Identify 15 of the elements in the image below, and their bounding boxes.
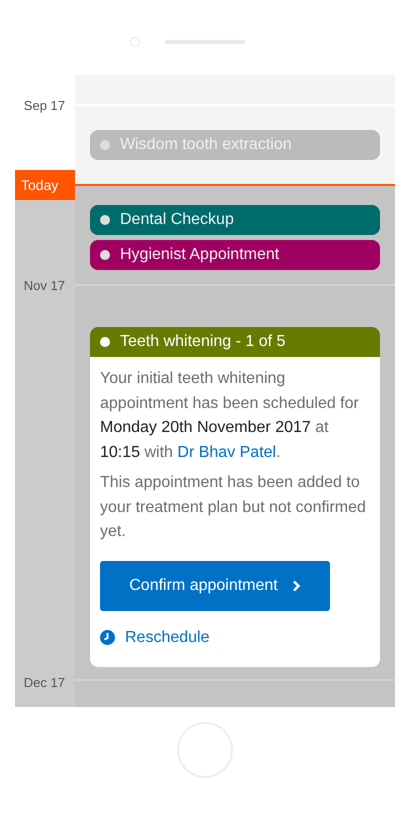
- reschedule-link[interactable]: Reschedule: [100, 628, 370, 646]
- dentist-link[interactable]: Dr Bhav Patel: [177, 444, 276, 460]
- camera-dot: [130, 37, 140, 47]
- plan-note: This appointment has been added to your treatment plan but not confirmed yet.: [100, 473, 366, 542]
- appointment-pill[interactable]: Dental Checkup: [90, 205, 380, 235]
- chevron-icon: [292, 580, 301, 592]
- card-header: Teeth whitening - 1 of 5: [90, 327, 380, 357]
- clock-icon: [100, 630, 115, 645]
- appointment-pill[interactable]: Hygienist Appointment: [90, 240, 380, 270]
- month-label: Dec 17: [22, 674, 66, 690]
- month-label: Sep 17: [22, 98, 66, 112]
- month-label: Nov 17: [22, 278, 66, 292]
- appointment-description: Your initial teeth whitening appointment has been scheduled for Monday 20th November 2017 at 10:15 with Dr Bhav Patel.: [100, 369, 360, 462]
- today-marker: Today: [15, 170, 75, 200]
- confirm-button[interactable]: Confirm appointment: [100, 560, 330, 610]
